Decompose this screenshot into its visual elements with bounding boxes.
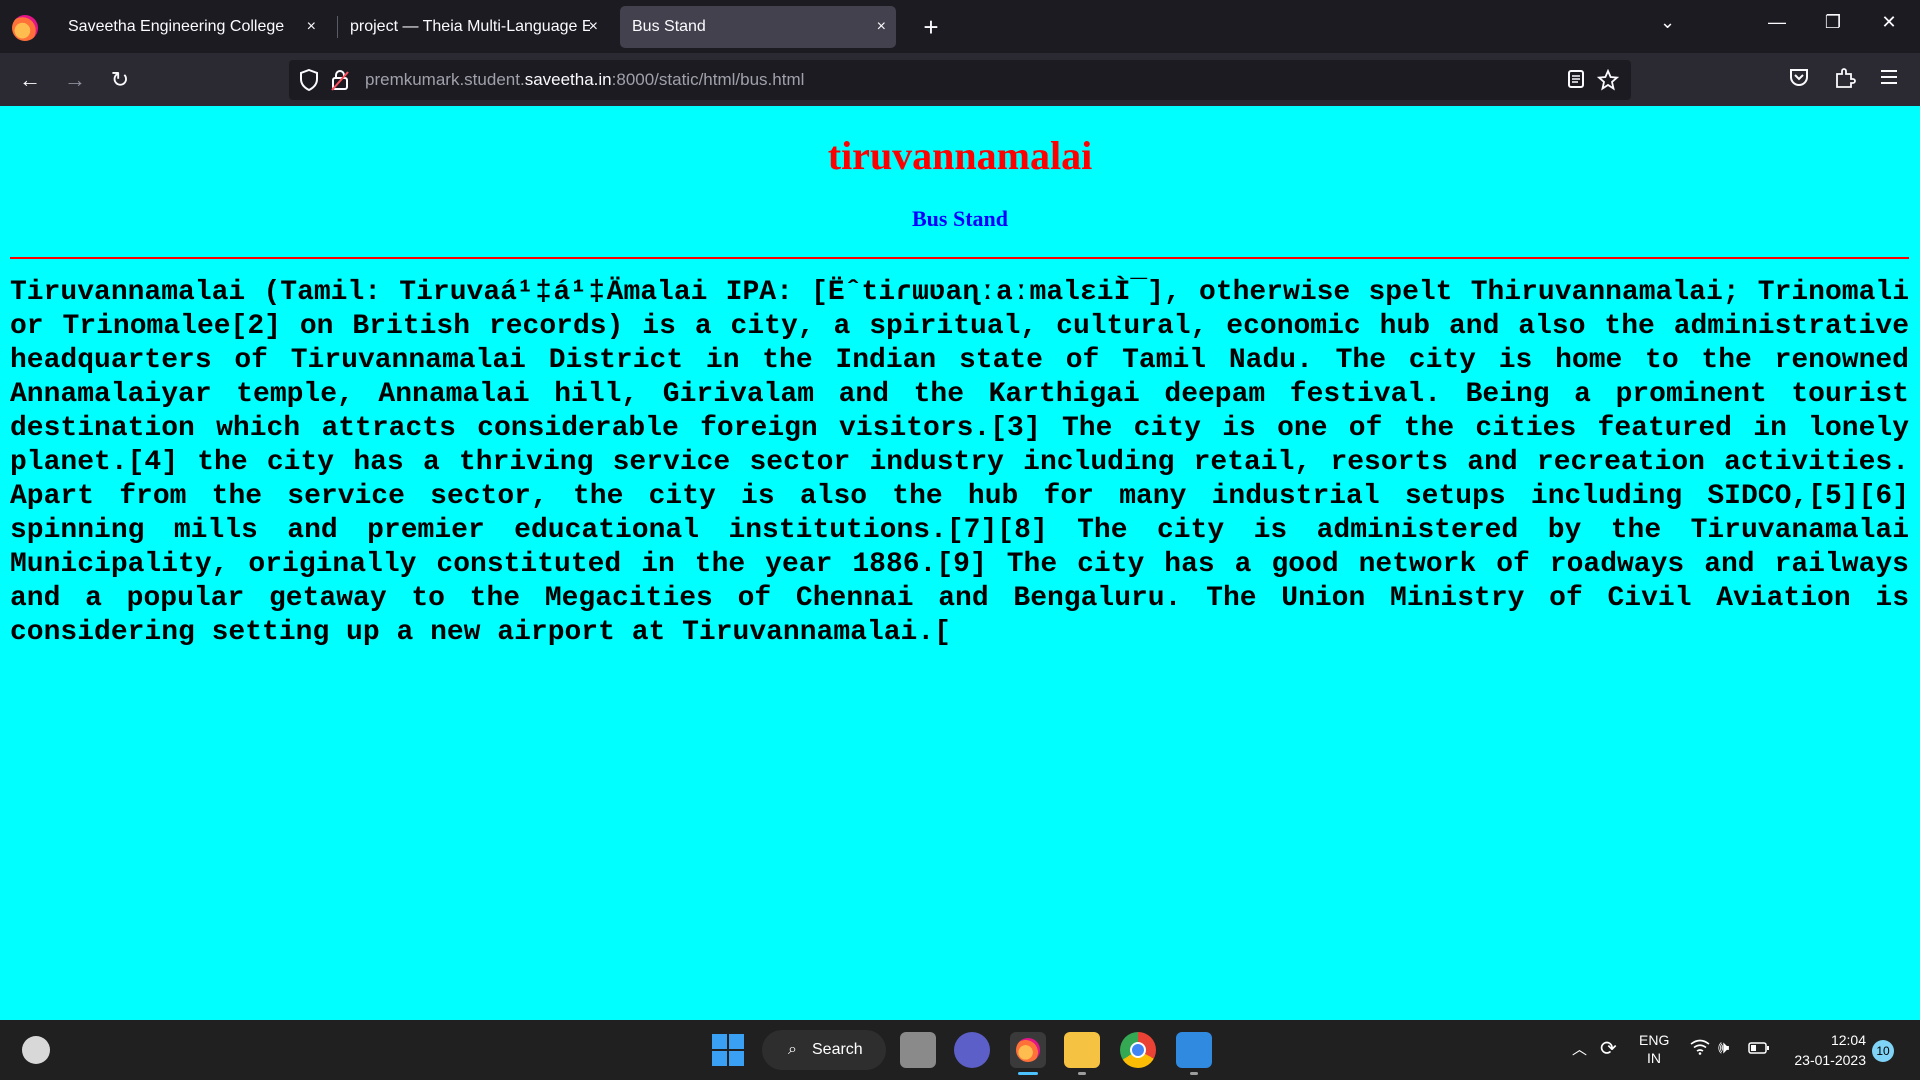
chat-icon[interactable] (954, 1032, 990, 1068)
show-hidden-icons-chevron-icon[interactable]: ︿ (1572, 1038, 1587, 1059)
tab-label: Bus Stand (632, 18, 706, 35)
firefox-taskbar-icon[interactable] (1010, 1032, 1046, 1068)
firefox-menu-icon[interactable] (12, 15, 38, 41)
tab-theia-project[interactable]: project — Theia Multi-Language Ex × (338, 6, 608, 48)
weather-icon[interactable] (22, 1036, 50, 1064)
active-app-indicator (1018, 1072, 1038, 1075)
tab-close-icon[interactable]: × (877, 6, 886, 48)
url-host: saveetha.in (524, 70, 612, 89)
tab-saveetha[interactable]: Saveetha Engineering College × (56, 6, 326, 48)
battery-icon[interactable] (1748, 1041, 1770, 1059)
reader-view-icon[interactable] (1567, 69, 1585, 94)
minimize-button[interactable]: — (1754, 12, 1800, 33)
restore-button[interactable]: ❐ (1810, 12, 1856, 33)
bookmark-star-icon[interactable] (1596, 68, 1620, 96)
url-prefix: premkumark.student. (365, 70, 525, 89)
windows-start-icon[interactable] (712, 1034, 744, 1066)
back-button[interactable]: ← (13, 65, 47, 95)
search-icon: ⌕ (788, 1041, 797, 1058)
web-page: tiruvannamalai Bus Stand Tiruvannamalai … (0, 106, 1920, 1020)
tab-bus-stand[interactable]: Bus Stand × (620, 6, 896, 48)
page-subtitle: Bus Stand (911, 206, 1008, 231)
tab-close-icon[interactable]: × (589, 6, 598, 48)
input-language-indicator[interactable]: ENG IN (1639, 1031, 1669, 1067)
volume-icon[interactable]: 🕪 (1718, 1037, 1729, 1058)
hamburger-menu-icon[interactable] (1879, 68, 1899, 91)
windows-taskbar: ⌕ Search ︿ ⟳ ENG IN 🕪 12:04 23-01-2023 1… (0, 1020, 1920, 1080)
tracking-protection-shield-icon[interactable] (299, 68, 319, 96)
browser-nav-bar: ← → ↻ premkumark.student.saveetha.in:800… (0, 53, 1920, 106)
running-app-indicator (1190, 1072, 1198, 1075)
file-explorer-icon[interactable] (1064, 1032, 1100, 1068)
page-title: tiruvannamalai (827, 133, 1093, 178)
taskbar-search-button[interactable]: ⌕ Search (762, 1030, 886, 1070)
insecure-lock-icon[interactable] (331, 69, 349, 96)
close-window-button[interactable]: ✕ (1866, 12, 1912, 33)
url-suffix: :8000/static/html/bus.html (611, 70, 805, 89)
task-view-icon[interactable] (900, 1032, 936, 1068)
taskbar-search-label: Search (812, 1041, 863, 1058)
reload-button[interactable]: ↻ (103, 65, 137, 95)
photos-icon[interactable] (1176, 1032, 1212, 1068)
clock-date: 23-01-2023 (1794, 1052, 1866, 1068)
tab-label: Saveetha Engineering College (68, 18, 285, 35)
language-line2: IN (1647, 1050, 1661, 1066)
tab-close-icon[interactable]: × (307, 6, 316, 48)
wifi-icon[interactable] (1690, 1039, 1710, 1059)
forward-button[interactable]: → (58, 65, 92, 95)
notification-badge[interactable]: 10 (1872, 1040, 1894, 1062)
horizontal-rule (10, 257, 1909, 259)
tab-label: project — Theia Multi-Language Ex (350, 18, 590, 35)
url-bar[interactable]: premkumark.student.saveetha.in:8000/stat… (289, 60, 1631, 100)
language-line1: ENG (1639, 1032, 1670, 1048)
list-all-tabs-icon[interactable]: ⌄ (1660, 12, 1675, 33)
browser-tab-bar: Saveetha Engineering College × project —… (0, 0, 1920, 53)
clock-time: 12:04 (1830, 1032, 1866, 1048)
extensions-puzzle-icon[interactable] (1834, 67, 1856, 94)
clock[interactable]: 12:04 23-01-2023 (1784, 1030, 1866, 1070)
body-paragraph: Tiruvannamalai (Tamil: Tiruvaá¹‡á¹‡Ämala… (10, 277, 1909, 648)
new-tab-button[interactable]: + (914, 10, 948, 44)
chrome-icon[interactable] (1120, 1032, 1156, 1068)
running-app-indicator (1078, 1072, 1086, 1075)
url-text[interactable]: premkumark.student.saveetha.in:8000/stat… (365, 60, 804, 100)
sync-icon[interactable]: ⟳ (1600, 1036, 1617, 1061)
pocket-icon[interactable] (1788, 68, 1810, 93)
